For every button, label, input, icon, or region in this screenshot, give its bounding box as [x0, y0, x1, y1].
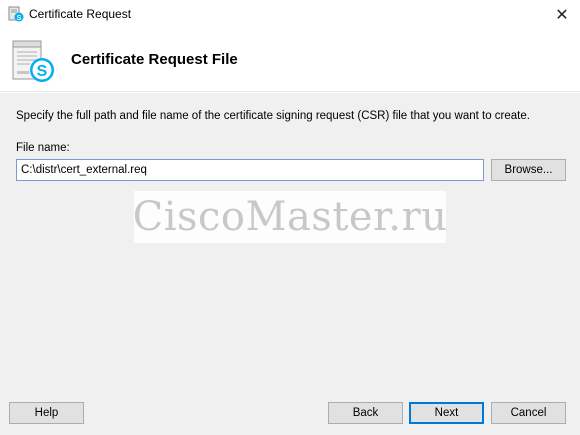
wizard-header: S Certificate Request File: [0, 29, 580, 92]
instruction-text: Specify the full path and file name of t…: [16, 110, 530, 122]
browse-button[interactable]: Browse...: [491, 159, 566, 181]
watermark: CiscoMaster.ru: [133, 191, 447, 243]
title-bar: S Certificate Request ✕: [0, 0, 580, 29]
skype-server-document-icon: S: [12, 40, 54, 82]
next-button[interactable]: Next: [409, 402, 484, 424]
wizard-body: Specify the full path and file name of t…: [0, 93, 580, 435]
back-button[interactable]: Back: [328, 402, 403, 424]
svg-text:S: S: [37, 63, 48, 80]
help-button[interactable]: Help: [9, 402, 84, 424]
window-title: Certificate Request: [29, 7, 132, 21]
skype-server-icon: S: [8, 6, 24, 22]
close-icon: ✕: [555, 6, 569, 24]
cancel-button[interactable]: Cancel: [491, 402, 566, 424]
file-name-input[interactable]: [16, 159, 484, 181]
close-button[interactable]: ✕: [544, 0, 580, 29]
file-name-label: File name:: [16, 142, 70, 154]
page-title: Certificate Request File: [71, 51, 238, 68]
svg-text:S: S: [17, 15, 22, 22]
